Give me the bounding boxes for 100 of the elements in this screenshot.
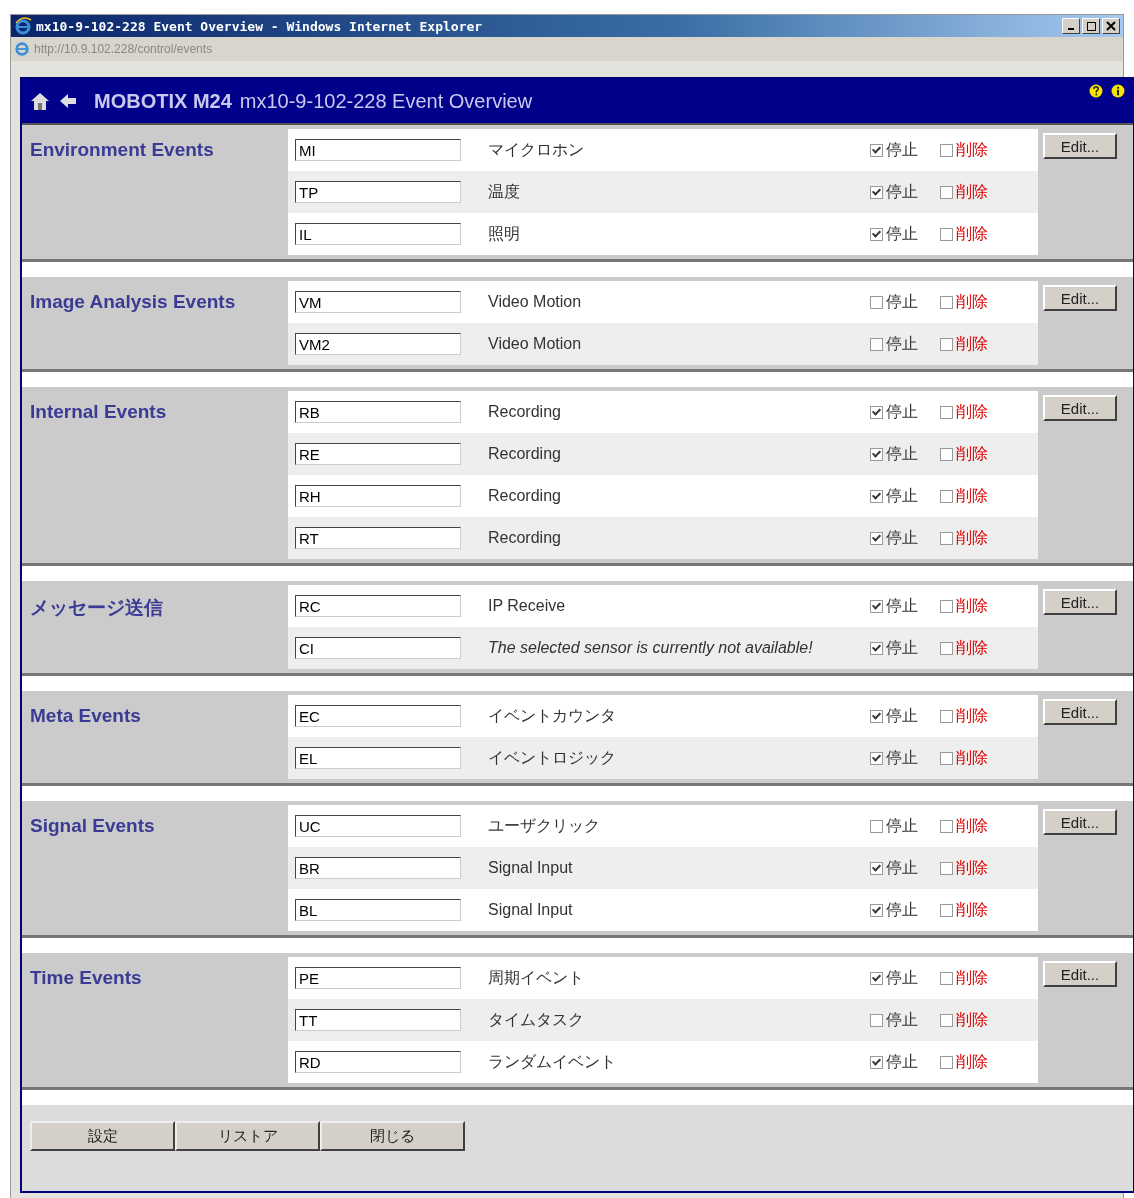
stop-checkbox[interactable] — [870, 903, 883, 917]
help-icon[interactable] — [1089, 84, 1103, 98]
event-description: ランダムイベント — [488, 1051, 617, 1072]
delete-label: 削除 — [956, 333, 988, 354]
stop-checkbox[interactable] — [870, 751, 883, 765]
home-icon[interactable] — [30, 91, 50, 111]
event-description: Signal Input — [488, 901, 574, 919]
delete-checkbox[interactable] — [940, 1013, 953, 1027]
close-button[interactable] — [1102, 18, 1120, 34]
edit-button[interactable]: Edit... — [1043, 589, 1117, 615]
event-code-field[interactable]: CI — [295, 637, 461, 659]
delete-checkbox[interactable] — [940, 819, 953, 833]
stop-checkbox[interactable] — [870, 1055, 883, 1069]
delete-checkbox[interactable] — [940, 1055, 953, 1069]
stop-checkbox[interactable] — [870, 531, 883, 545]
event-code-field[interactable]: BL — [295, 899, 461, 921]
stop-label: 停止 — [886, 139, 918, 160]
stop-label: 停止 — [886, 595, 918, 616]
stop-checkbox[interactable] — [870, 641, 883, 655]
event-code-field[interactable]: EL — [295, 747, 461, 769]
delete-checkbox[interactable] — [940, 447, 953, 461]
stop-checkbox[interactable] — [870, 709, 883, 723]
stop-checkbox[interactable] — [870, 447, 883, 461]
event-code-field[interactable]: EC — [295, 705, 461, 727]
edit-button[interactable]: Edit... — [1043, 285, 1117, 311]
maximize-button[interactable] — [1082, 18, 1100, 34]
delete-label: 削除 — [956, 705, 988, 726]
footer-button[interactable]: 設定 — [30, 1121, 175, 1151]
stop-checkbox[interactable] — [870, 295, 883, 309]
stop-checkbox[interactable] — [870, 819, 883, 833]
delete-label: 削除 — [956, 967, 988, 988]
stop-label: 停止 — [886, 401, 918, 422]
event-code-field[interactable]: TP — [295, 181, 461, 203]
delete-checkbox[interactable] — [940, 531, 953, 545]
stop-checkbox[interactable] — [870, 337, 883, 351]
stop-label: 停止 — [886, 899, 918, 920]
section-title: Time Events — [29, 966, 143, 990]
delete-checkbox[interactable] — [940, 861, 953, 875]
stop-label: 停止 — [886, 857, 918, 878]
delete-checkbox[interactable] — [940, 641, 953, 655]
delete-label: 削除 — [956, 747, 988, 768]
event-code-field[interactable]: UC — [295, 815, 461, 837]
delete-checkbox[interactable] — [940, 903, 953, 917]
section-title: Environment Events — [29, 138, 215, 162]
event-code-field[interactable]: IL — [295, 223, 461, 245]
back-arrow-icon[interactable] — [58, 91, 78, 111]
event-code-field[interactable]: BR — [295, 857, 461, 879]
event-code-field[interactable]: RH — [295, 485, 461, 507]
event-description: マイクロホン — [488, 139, 585, 160]
event-code-field[interactable]: RC — [295, 595, 461, 617]
stop-checkbox[interactable] — [870, 599, 883, 613]
stop-checkbox[interactable] — [870, 185, 883, 199]
delete-checkbox[interactable] — [940, 599, 953, 613]
stop-checkbox[interactable] — [870, 971, 883, 985]
edit-button[interactable]: Edit... — [1043, 809, 1117, 835]
delete-checkbox[interactable] — [940, 337, 953, 351]
event-code-field[interactable]: RD — [295, 1051, 461, 1073]
minimize-button[interactable] — [1062, 18, 1080, 34]
event-description: ユーザクリック — [488, 815, 601, 836]
stop-checkbox[interactable] — [870, 1013, 883, 1027]
event-code-field[interactable]: RT — [295, 527, 461, 549]
edit-button[interactable]: Edit... — [1043, 395, 1117, 421]
stop-checkbox[interactable] — [870, 489, 883, 503]
delete-checkbox[interactable] — [940, 143, 953, 157]
delete-checkbox[interactable] — [940, 295, 953, 309]
edit-button[interactable]: Edit... — [1043, 699, 1117, 725]
delete-checkbox[interactable] — [940, 971, 953, 985]
delete-checkbox[interactable] — [940, 405, 953, 419]
delete-checkbox[interactable] — [940, 185, 953, 199]
event-description: Recording — [488, 403, 562, 421]
event-code-field[interactable]: PE — [295, 967, 461, 989]
info-icon[interactable] — [1111, 84, 1125, 98]
footer-button[interactable]: リストア — [175, 1121, 320, 1151]
delete-label: 削除 — [956, 637, 988, 658]
stop-checkbox[interactable] — [870, 227, 883, 241]
event-code-field[interactable]: VM2 — [295, 333, 461, 355]
delete-label: 削除 — [956, 815, 988, 836]
event-description: IP Receive — [488, 597, 567, 615]
delete-checkbox[interactable] — [940, 751, 953, 765]
stop-label: 停止 — [886, 527, 918, 548]
stop-label: 停止 — [886, 1009, 918, 1030]
event-code-field[interactable]: VM — [295, 291, 461, 313]
stop-label: 停止 — [886, 967, 918, 988]
event-code-field[interactable]: RB — [295, 401, 461, 423]
footer-button[interactable]: 閉じる — [320, 1121, 465, 1151]
delete-checkbox[interactable] — [940, 227, 953, 241]
stop-checkbox[interactable] — [870, 143, 883, 157]
event-description: 照明 — [488, 223, 521, 244]
stop-checkbox[interactable] — [870, 861, 883, 875]
delete-checkbox[interactable] — [940, 709, 953, 723]
event-code-field[interactable]: MI — [295, 139, 461, 161]
stop-checkbox[interactable] — [870, 405, 883, 419]
section-title: Image Analysis Events — [29, 290, 237, 314]
event-code-field[interactable]: RE — [295, 443, 461, 465]
edit-button[interactable]: Edit... — [1043, 961, 1117, 987]
delete-checkbox[interactable] — [940, 489, 953, 503]
edit-button[interactable]: Edit... — [1043, 133, 1117, 159]
event-code-field[interactable]: TT — [295, 1009, 461, 1031]
delete-label: 削除 — [956, 485, 988, 506]
delete-label: 削除 — [956, 899, 988, 920]
